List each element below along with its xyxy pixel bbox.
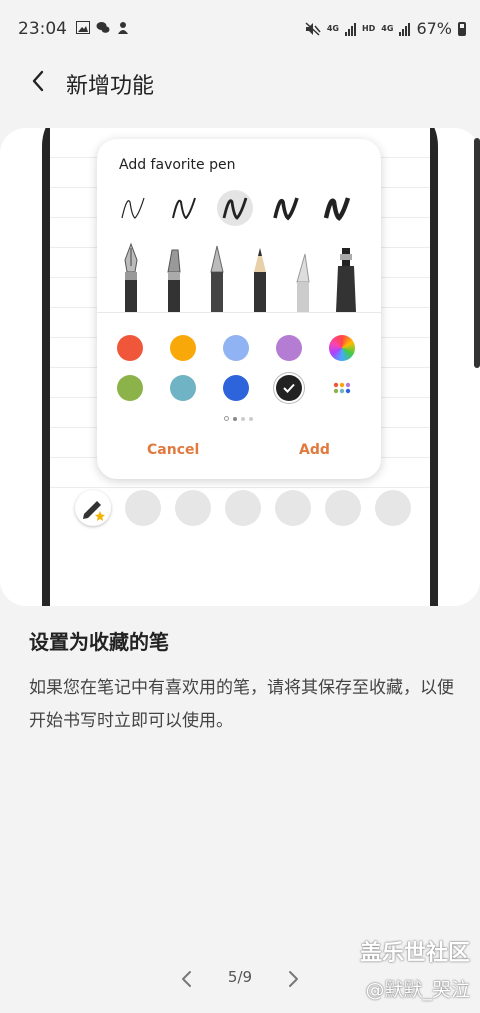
- pen-slot: [375, 490, 411, 526]
- mute-icon: [305, 21, 321, 36]
- palette-page-indicator: [224, 416, 253, 421]
- color-swatch-orange: [170, 335, 196, 361]
- color-swatch-green: [117, 375, 143, 401]
- calligraphy-pen-icon: [167, 249, 181, 312]
- color-swatch-teal: [170, 375, 196, 401]
- wechat-icon: [96, 22, 110, 33]
- add-button: Add: [299, 442, 330, 458]
- dialog-title: Add favorite pen: [119, 157, 236, 173]
- favorite-pen-button: [75, 490, 111, 526]
- stroke-options: [115, 190, 355, 226]
- battery-percent: 67%: [416, 19, 452, 38]
- page-title: 新增功能: [66, 74, 155, 99]
- next-page-icon[interactable]: [286, 970, 300, 988]
- color-spectrum-icon: [329, 335, 355, 361]
- pen-slot: [225, 490, 261, 526]
- stroke-option-selected: [217, 190, 253, 226]
- fountain-pen-icon: [124, 242, 138, 312]
- signal-icon: [344, 22, 356, 36]
- status-bar: 23:04 4G HD 4G 67%: [0, 0, 480, 60]
- pen-types: [117, 242, 360, 312]
- color-swatch-blue: [223, 375, 249, 401]
- color-swatch-light-blue: [223, 335, 249, 361]
- pen-slot: [175, 490, 211, 526]
- status-time: 23:04: [18, 19, 67, 39]
- network-4g-label-2: 4G: [381, 24, 394, 33]
- status-right: 4G HD 4G 67%: [305, 19, 466, 38]
- checkmark-icon: [283, 383, 295, 393]
- pencil-icon: [254, 248, 266, 312]
- header: 新增功能: [0, 60, 480, 104]
- network-4g-label: 4G: [326, 24, 339, 33]
- hd-label: HD: [361, 24, 376, 33]
- color-swatch-red: [117, 335, 143, 361]
- pen-slot: [325, 490, 361, 526]
- watermark-brand: 盖乐世社区: [359, 941, 470, 966]
- color-palette: [117, 335, 355, 401]
- stroke-option: [115, 190, 151, 226]
- stroke-option: [319, 190, 355, 226]
- feature-description: 如果您在笔记中有喜欢用的笔，请将其保存至收藏，以便开始书写时立即可以使用。: [29, 678, 454, 731]
- stroke-option: [268, 190, 304, 226]
- previous-page-icon[interactable]: [180, 970, 194, 988]
- stroke-option: [166, 190, 202, 226]
- pen-slot: [125, 490, 161, 526]
- marker-icon: [296, 253, 310, 312]
- color-swatch-purple: [276, 335, 302, 361]
- gallery-icon: [76, 21, 90, 34]
- favorite-pen-slots: [75, 490, 411, 526]
- pen-star-icon: [83, 501, 105, 521]
- battery-icon: [458, 21, 466, 36]
- watermark: 盖乐世社区 @默默_哭泣: [360, 935, 470, 1002]
- brush-pen-icon: [336, 248, 356, 312]
- signal-icon-2: [399, 22, 411, 36]
- ballpoint-pen-icon: [210, 245, 224, 312]
- feature-illustration: Add favorite pen Cancel Add: [0, 128, 480, 606]
- notification-icons: [76, 21, 130, 34]
- feature-title: 设置为收藏的笔: [29, 630, 169, 654]
- add-favorite-pen-dialog: Add favorite pen Cancel Add: [97, 139, 381, 479]
- pen-slot: [275, 490, 311, 526]
- dialog-divider: [97, 312, 381, 313]
- app-notification-icon: [118, 22, 128, 34]
- page-counter: 5/9: [227, 968, 253, 986]
- watermark-user: @默默_哭泣: [365, 979, 470, 1001]
- scrollbar[interactable]: [474, 138, 480, 368]
- cancel-button: Cancel: [147, 442, 200, 458]
- back-arrow-icon[interactable]: [28, 68, 50, 94]
- color-swatch-black-selected: [276, 375, 302, 401]
- more-colors-icon: [329, 375, 355, 401]
